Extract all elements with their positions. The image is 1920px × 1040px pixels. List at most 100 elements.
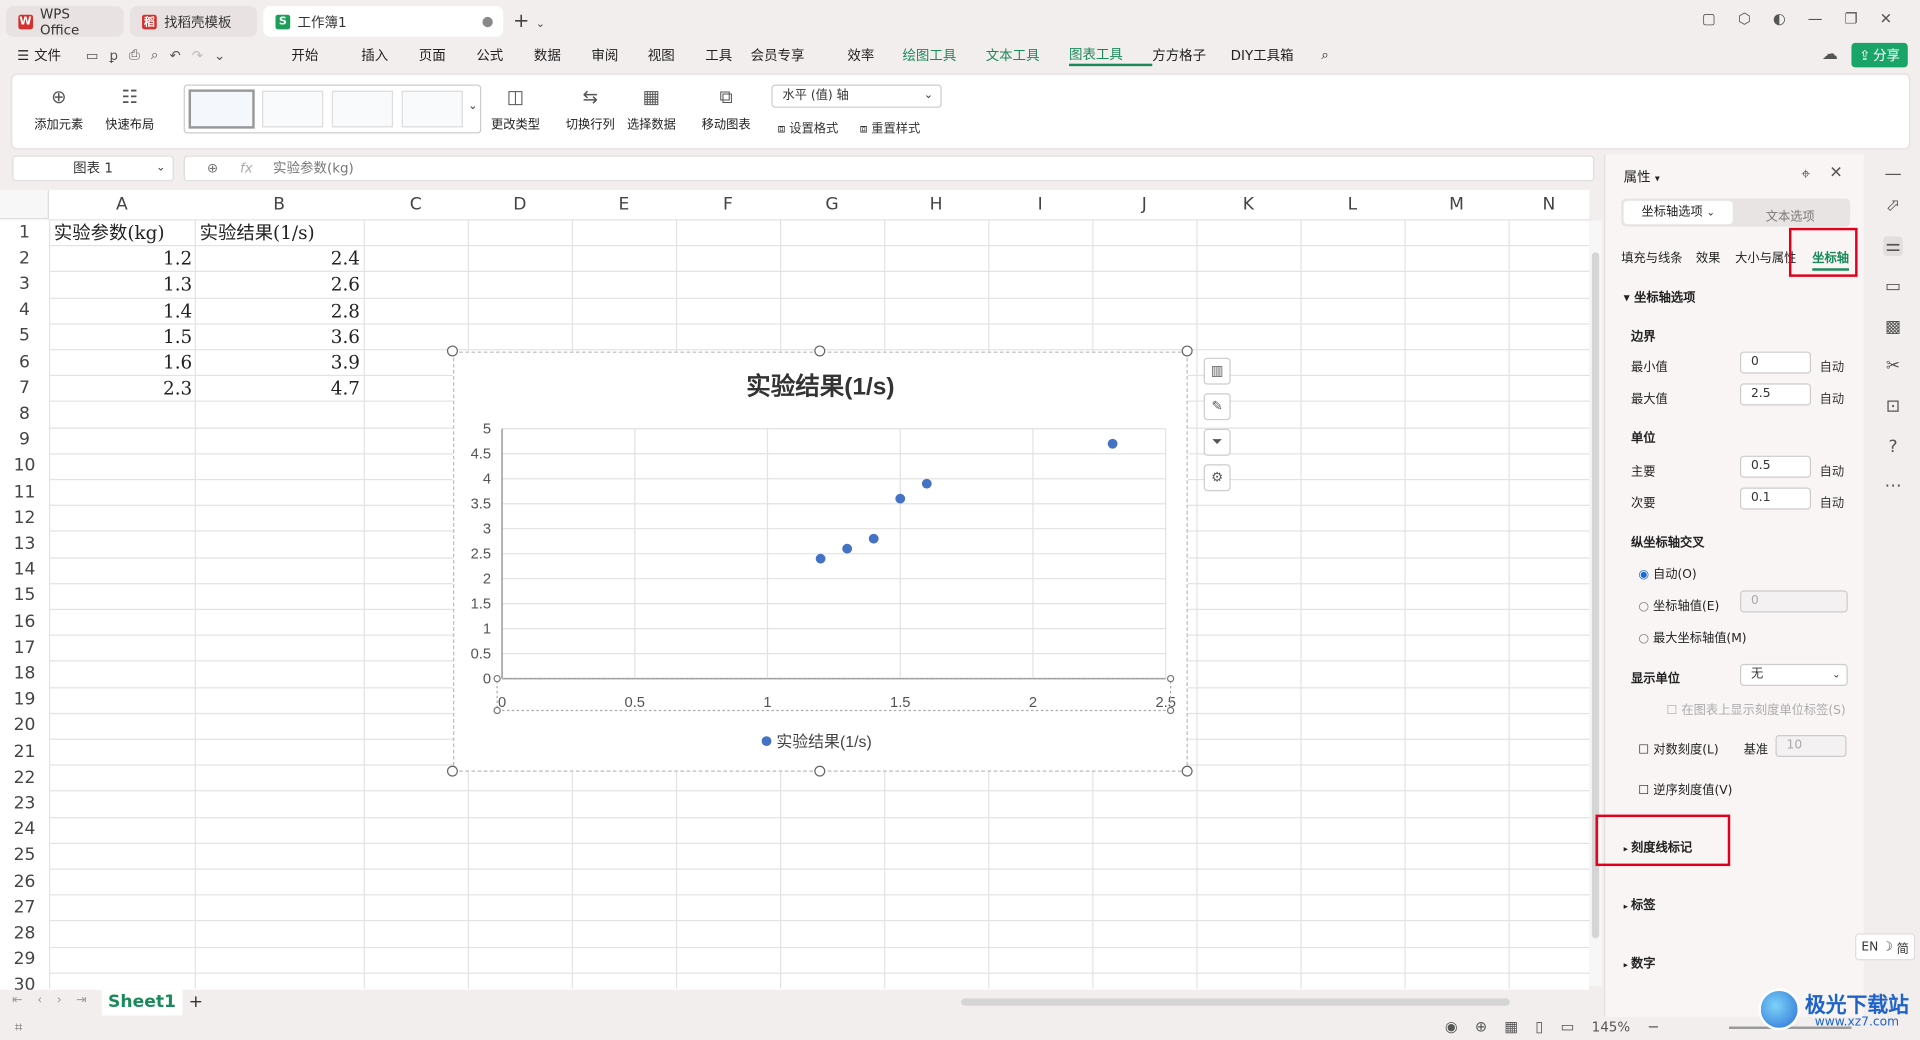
select-icon[interactable]: ⬀: [1883, 196, 1903, 216]
column-header-m[interactable]: M: [1404, 190, 1508, 218]
radio-max[interactable]: ○ 最大坐标轴值(M): [1638, 627, 1746, 645]
column-header-c[interactable]: C: [364, 190, 468, 218]
switch-rowcol-button[interactable]: ⇆ 切换行列: [561, 86, 620, 133]
gallery-more-icon[interactable]: ⌄: [468, 100, 477, 112]
row-header-23[interactable]: 23: [0, 791, 49, 817]
formula-bar[interactable]: ⊕ fx 实验参数(kg): [183, 155, 1595, 182]
cell-a6[interactable]: 1.6: [122, 350, 192, 376]
section-axis-options[interactable]: ▾ 坐标轴选项: [1624, 287, 1696, 305]
cube-icon[interactable]: ⬡: [1738, 10, 1751, 27]
column-header-n[interactable]: N: [1509, 190, 1590, 218]
normal-view-icon[interactable]: ▦: [1504, 1018, 1518, 1035]
menu-efficiency[interactable]: 效率: [847, 45, 902, 65]
target-icon[interactable]: ⊕: [1475, 1018, 1487, 1035]
column-header-b[interactable]: B: [195, 190, 364, 218]
resize-handle[interactable]: [446, 345, 458, 357]
max-auto[interactable]: 自动: [1820, 388, 1844, 406]
legend-label[interactable]: 实验结果(1/s): [776, 733, 871, 751]
data-point[interactable]: [815, 553, 826, 564]
axis-select[interactable]: 水平 (值) 轴 ⌄: [771, 84, 942, 108]
radio-value[interactable]: ○ 坐标轴值(E): [1638, 595, 1719, 613]
min-input[interactable]: 0: [1740, 351, 1812, 374]
column-header-e[interactable]: E: [572, 190, 676, 218]
column-header-d[interactable]: D: [468, 190, 572, 218]
resize-handle[interactable]: [1181, 345, 1193, 357]
axis-handle[interactable]: [1166, 674, 1175, 683]
style-thumb-3[interactable]: [331, 90, 394, 128]
subtab-fill-line[interactable]: 填充与线条: [1621, 247, 1682, 265]
cell-a2[interactable]: 1.2: [122, 246, 192, 272]
row-header-6[interactable]: 6: [0, 349, 49, 375]
chart-elements-icon[interactable]: ▥: [1203, 357, 1231, 385]
row-header-8[interactable]: 8: [0, 401, 49, 427]
horizontal-scrollbar[interactable]: [961, 998, 1510, 1006]
chart-style-gallery[interactable]: ⌄: [183, 84, 482, 134]
menu-draw-tools[interactable]: 绘图工具: [902, 45, 985, 65]
row-header-1[interactable]: 1: [0, 219, 49, 245]
restore-tab-icon[interactable]: ▢: [1702, 10, 1716, 27]
menu-chart-tools[interactable]: 图表工具: [1068, 44, 1153, 67]
add-sheet-icon[interactable]: +: [189, 992, 203, 1012]
sheet-tab-sheet1[interactable]: Sheet1: [101, 989, 183, 1016]
break-view-icon[interactable]: ▭: [1561, 1018, 1575, 1035]
menu-review[interactable]: 审阅: [591, 45, 647, 65]
search-icon[interactable]: ⌕: [1321, 47, 1329, 64]
eye-icon[interactable]: ◉: [1445, 1018, 1458, 1035]
page-view-icon[interactable]: ▯: [1535, 1018, 1543, 1035]
column-header-g[interactable]: G: [780, 190, 884, 218]
column-header-f[interactable]: F: [676, 190, 780, 218]
row-header-28[interactable]: 28: [0, 920, 49, 946]
zoom-level[interactable]: 145%: [1592, 1019, 1631, 1035]
row-header-4[interactable]: 4: [0, 297, 49, 323]
chart-svg[interactable]: 实验结果(1/s) 00.511.522.533.544.550 0.5 1 1.5 2…: [453, 352, 1188, 772]
menu-page[interactable]: 页面: [419, 45, 477, 65]
help-icon[interactable]: ?: [1883, 437, 1903, 457]
subtab-effect[interactable]: 效果: [1696, 247, 1720, 265]
row-header-9[interactable]: 9: [0, 427, 49, 453]
name-box[interactable]: 图表 1 ⌄: [12, 155, 174, 182]
vertical-scrollbar[interactable]: [1589, 220, 1602, 987]
row-header-22[interactable]: 22: [0, 765, 49, 791]
close-icon[interactable]: ✕: [1880, 10, 1892, 27]
menu-file[interactable]: 文件: [34, 45, 61, 65]
cell-a3[interactable]: 1.3: [122, 272, 192, 298]
cross-value-input[interactable]: 0: [1740, 590, 1848, 613]
pin-icon[interactable]: ⌖: [1801, 165, 1810, 183]
cell-b7[interactable]: 4.7: [282, 376, 360, 402]
resize-handle[interactable]: [814, 765, 826, 777]
row-header-19[interactable]: 19: [0, 687, 49, 713]
maximize-icon[interactable]: ❐: [1844, 10, 1857, 27]
row-header-15[interactable]: 15: [0, 583, 49, 609]
ime-indicator[interactable]: EN ☽ 简: [1855, 933, 1916, 961]
row-header-16[interactable]: 16: [0, 609, 49, 635]
cloud-icon[interactable]: ☁: [1822, 45, 1838, 63]
base-input[interactable]: 10: [1775, 734, 1847, 758]
first-sheet-icon[interactable]: ⇤: [12, 993, 22, 1006]
axis-handle[interactable]: [1166, 706, 1175, 715]
data-point[interactable]: [868, 533, 879, 544]
row-header-21[interactable]: 21: [0, 739, 49, 765]
menu-member[interactable]: 会员专享: [751, 45, 848, 65]
row-header-5[interactable]: 5: [0, 323, 49, 349]
row-header-11[interactable]: 11: [0, 479, 49, 505]
menu-view[interactable]: 视图: [648, 45, 706, 65]
row-header-12[interactable]: 12: [0, 505, 49, 531]
book-icon[interactable]: ⊡: [1883, 397, 1903, 417]
collapse-icon[interactable]: —: [1883, 164, 1903, 184]
log-checkbox[interactable]: ☐ 对数刻度(L): [1638, 739, 1718, 757]
minimize-icon[interactable]: —: [1808, 10, 1823, 27]
more-dots-icon[interactable]: ⋯: [1883, 477, 1903, 497]
preview-icon[interactable]: ⌕: [151, 47, 159, 64]
save-icon[interactable]: ▭: [86, 47, 99, 63]
menu-tools[interactable]: 工具: [705, 45, 750, 65]
max-input[interactable]: 2.5: [1740, 383, 1812, 406]
row-header-24[interactable]: 24: [0, 817, 49, 843]
menu-diy[interactable]: DIY工具箱: [1231, 45, 1304, 65]
minor-input[interactable]: 0.1: [1740, 487, 1812, 510]
row-header-3[interactable]: 3: [0, 271, 49, 297]
reverse-checkbox[interactable]: ☐ 逆序刻度值(V): [1638, 779, 1732, 797]
cell-a5[interactable]: 1.5: [122, 324, 192, 350]
column-header-j[interactable]: J: [1092, 190, 1196, 218]
share-button[interactable]: ⇪ 分享: [1851, 42, 1908, 68]
hamburger-icon[interactable]: ☰: [17, 47, 29, 63]
